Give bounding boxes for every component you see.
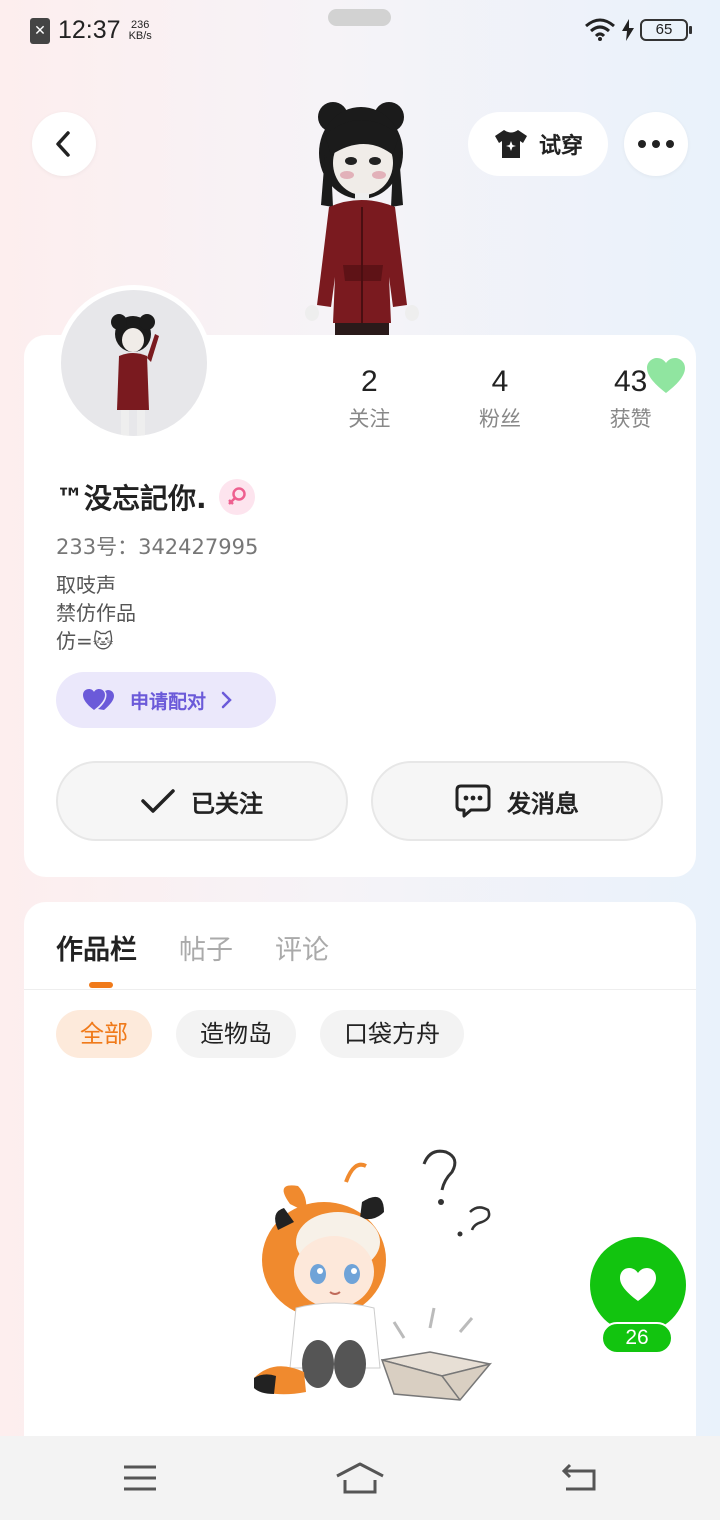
- likes-count: 43: [613, 365, 648, 398]
- message-button[interactable]: 发消息: [371, 761, 663, 841]
- avatar[interactable]: [56, 285, 212, 441]
- like-button[interactable]: [590, 1237, 686, 1333]
- content-tabs: 作品栏 帖子 评论: [56, 928, 329, 967]
- pair-request-button[interactable]: 申请配对: [56, 672, 276, 728]
- checkmark-icon: [141, 789, 175, 813]
- heart-icon: [620, 1268, 656, 1301]
- active-tab-indicator: [89, 982, 113, 988]
- menu-lines-icon: [124, 1465, 156, 1491]
- filter-chips: 全部 造物岛 口袋方舟: [56, 1010, 464, 1058]
- stat-followers[interactable]: 4 粉丝: [435, 365, 566, 433]
- charging-icon: [622, 19, 634, 41]
- status-bar: ✕ 12:37 236 KB/s 65: [0, 0, 720, 64]
- try-on-button[interactable]: 试穿: [468, 112, 608, 176]
- bio: 取吱声 禁仿作品 仿=🐱: [56, 571, 136, 655]
- tabs-divider: [24, 989, 696, 990]
- tab-works[interactable]: 作品栏: [56, 928, 137, 967]
- empty-state-illustration: [254, 1149, 493, 1401]
- tab-posts[interactable]: 帖子: [179, 928, 233, 967]
- followers-count: 4: [491, 365, 509, 398]
- username-row: ™没忘記你.: [56, 477, 255, 517]
- system-nav-bar: [0, 1436, 720, 1520]
- bio-line: 取吱声: [56, 573, 116, 597]
- avatar-3d-figure: [305, 102, 419, 340]
- female-gender-icon: [218, 479, 255, 515]
- user-id: 233号：342427995: [56, 535, 259, 559]
- chat-bubble-icon: [455, 784, 491, 818]
- no-sim-icon: ✕: [30, 17, 50, 44]
- stat-following[interactable]: 2 关注: [304, 365, 435, 433]
- stat-likes[interactable]: 43 获赞: [565, 358, 696, 433]
- following-button[interactable]: 已关注: [56, 761, 348, 841]
- following-count: 2: [360, 365, 378, 398]
- more-button[interactable]: [624, 112, 688, 176]
- wifi-icon: [585, 18, 615, 41]
- more-dots-icon: [638, 140, 674, 148]
- net-speed: 236 KB/s: [128, 18, 152, 42]
- notch-pill: [328, 9, 391, 26]
- tab-comments[interactable]: 评论: [275, 928, 329, 967]
- bio-line: 仿=🐱: [56, 629, 114, 653]
- back-arrow-icon: [561, 1463, 596, 1491]
- chevron-left-icon: [56, 131, 70, 157]
- username: ™没忘記你.: [56, 482, 207, 515]
- double-heart-icon: [83, 689, 114, 710]
- home-icon: [336, 1462, 384, 1494]
- stats-row: 2 关注 4 粉丝 43 获赞: [304, 358, 696, 433]
- following-label: 关注: [348, 407, 391, 431]
- pair-request-label: 申请配对: [130, 690, 207, 713]
- try-on-label: 试穿: [538, 134, 583, 159]
- like-count-badge: 26: [601, 1322, 673, 1354]
- chip-all[interactable]: 全部: [56, 1010, 152, 1058]
- recent-apps-button[interactable]: [110, 1458, 170, 1498]
- chip-pocket-ark[interactable]: 口袋方舟: [320, 1010, 464, 1058]
- followers-label: 粉丝: [479, 407, 521, 431]
- avatar-image: [111, 314, 159, 436]
- back-nav-button[interactable]: [550, 1458, 610, 1498]
- bio-line: 禁仿作品: [56, 601, 136, 625]
- message-button-label: 发消息: [507, 789, 579, 818]
- back-button[interactable]: [32, 112, 96, 176]
- status-time: 12:37: [58, 16, 121, 44]
- net-speed-value: 236: [131, 18, 150, 31]
- tshirt-icon: [494, 130, 527, 158]
- following-button-label: 已关注: [191, 789, 263, 818]
- home-button[interactable]: [330, 1458, 390, 1498]
- battery-indicator: 65: [640, 19, 692, 41]
- chevron-right-icon: [221, 691, 232, 709]
- content-card: 作品栏 帖子 评论 全部 造物岛 口袋方舟: [24, 902, 696, 1462]
- net-speed-unit: KB/s: [128, 29, 152, 42]
- likes-label: 获赞: [609, 407, 652, 431]
- chip-creation-island[interactable]: 造物岛: [176, 1010, 296, 1058]
